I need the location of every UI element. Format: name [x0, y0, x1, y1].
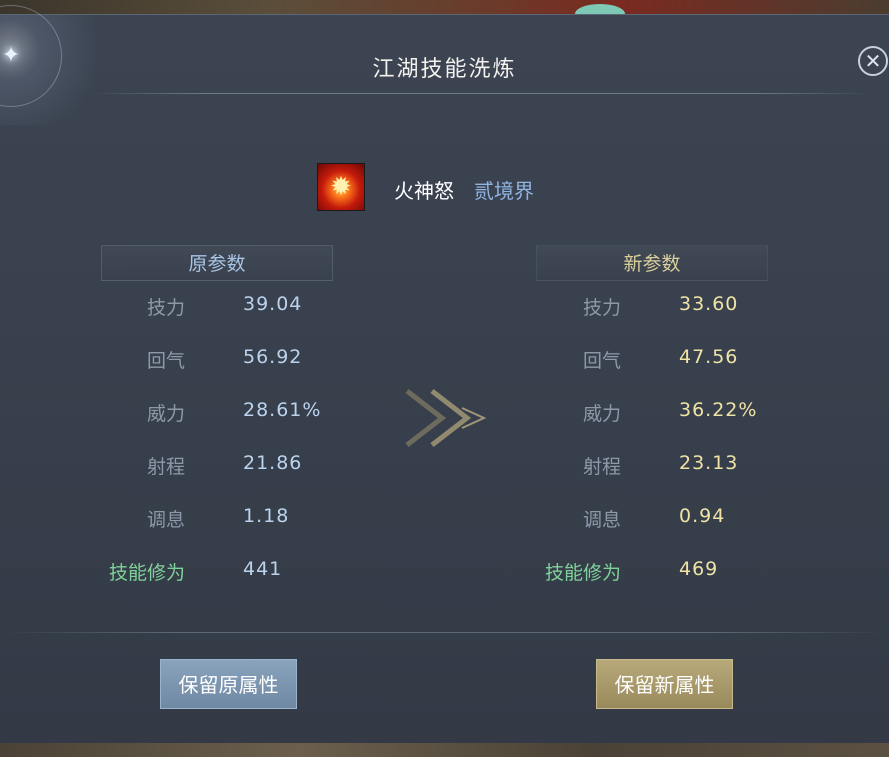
- new-stat-value: 0.94: [679, 505, 726, 527]
- old-stat-label: 调息: [146, 509, 185, 531]
- title-divider: [90, 93, 870, 94]
- old-cultivation-label: 技能修为: [108, 562, 185, 584]
- old-stat-value: 1.18: [243, 505, 290, 527]
- new-params-header: 新参数: [536, 245, 768, 281]
- old-stat-value: 21.86: [243, 452, 303, 474]
- old-stat-value: 56.92: [243, 346, 303, 368]
- old-stat-label: 威力: [146, 403, 185, 425]
- skill-name: 火神怒: [394, 179, 454, 203]
- new-cultivation-label: 技能修为: [544, 562, 621, 584]
- close-icon[interactable]: ✕: [858, 46, 888, 76]
- new-stat-value: 47.56: [679, 346, 739, 368]
- fire-skill-icon: ✹: [317, 163, 365, 211]
- dialog-title: 江湖技能洗炼: [372, 57, 517, 82]
- background-scene-bottom: [0, 743, 889, 757]
- old-stat-label: 射程: [146, 456, 185, 478]
- old-stat-value: 28.61%: [243, 399, 322, 421]
- new-stat-value: 33.60: [679, 293, 739, 315]
- old-stat-label: 回气: [146, 350, 185, 372]
- keep-new-attributes-button[interactable]: 保留新属性: [596, 659, 733, 709]
- old-params-header: 原参数: [101, 245, 333, 281]
- new-stat-value: 23.13: [679, 452, 739, 474]
- skill-refine-dialog: ✦ 江湖技能洗炼 ✕ ✹ 火神怒 贰境界 原参数 技力 39.04 回气 56.…: [0, 5, 889, 743]
- double-arrow-icon: [405, 389, 487, 447]
- new-stat-label: 技力: [582, 297, 621, 319]
- new-stat-label: 射程: [582, 456, 621, 478]
- new-cultivation-value: 469: [679, 558, 719, 580]
- new-stat-value: 36.22%: [679, 399, 758, 421]
- new-stat-label: 调息: [582, 509, 621, 531]
- skill-level: 贰境界: [474, 179, 534, 203]
- keep-old-attributes-button[interactable]: 保留原属性: [160, 659, 297, 709]
- old-stat-value: 39.04: [243, 293, 303, 315]
- footer-divider: [0, 632, 889, 633]
- flame-glyph: ✹: [330, 172, 352, 202]
- new-stat-label: 威力: [582, 403, 621, 425]
- new-stat-label: 回气: [582, 350, 621, 372]
- old-stat-label: 技力: [146, 297, 185, 319]
- old-cultivation-value: 441: [243, 558, 283, 580]
